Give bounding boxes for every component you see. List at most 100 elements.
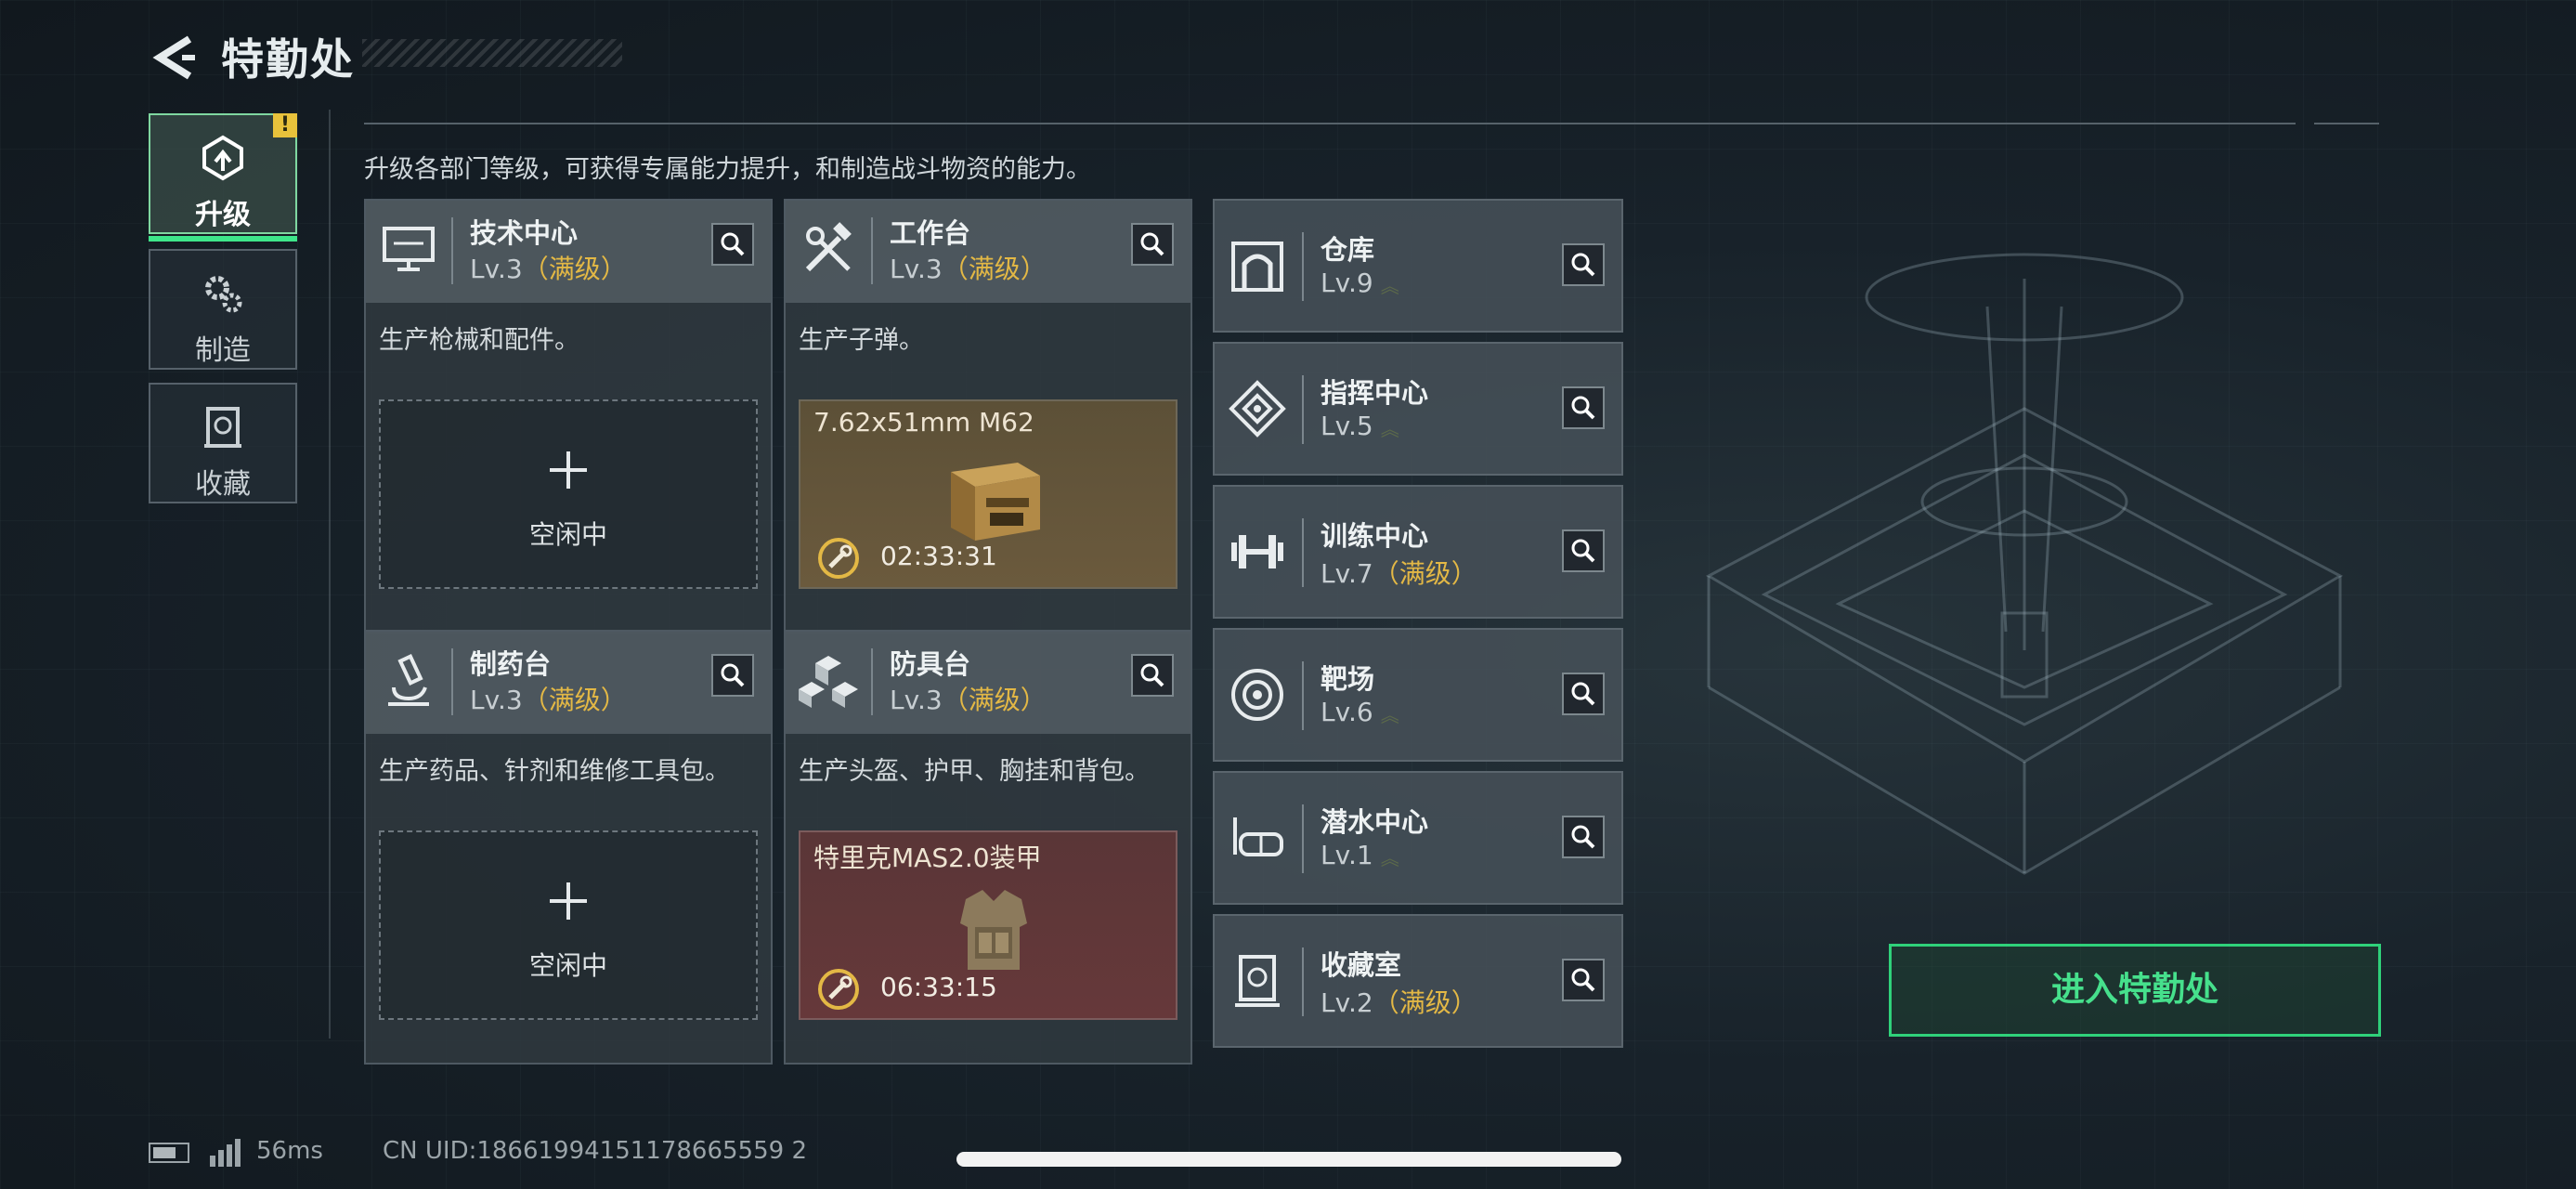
- search-icon[interactable]: [1562, 673, 1605, 715]
- search-icon[interactable]: [1562, 816, 1605, 858]
- card-header: 制药台 Lv.3（满级）: [366, 632, 771, 734]
- collection-icon: [197, 401, 249, 453]
- maxed-tag: （满级）: [942, 254, 1047, 284]
- divider-vertical: [329, 110, 331, 1039]
- body-armor-icon: [938, 879, 1049, 981]
- facility-card-armor-bench[interactable]: 防具台 Lv.3（满级） 生产头盔、护甲、胸挂和背包。 特里克MAS2.0装甲 …: [784, 630, 1192, 1065]
- facility-name: 收藏室: [1321, 949, 1402, 981]
- facility-divider: [1302, 518, 1304, 587]
- search-icon[interactable]: [1131, 654, 1174, 697]
- search-icon[interactable]: [1131, 223, 1174, 266]
- card-header: 防具台 Lv.3（满级）: [786, 632, 1190, 734]
- search-icon[interactable]: [1562, 386, 1605, 429]
- dumbbell-icon: [1228, 522, 1287, 581]
- microscope-icon: [379, 650, 438, 710]
- card-header: 技术中心 Lv.3（满级）: [366, 201, 771, 303]
- search-icon[interactable]: [711, 654, 754, 697]
- user-uid: CN UID:18661994151178665559 2: [383, 1137, 807, 1165]
- facility-divider: [1302, 232, 1304, 301]
- back-icon[interactable]: [149, 32, 201, 84]
- enter-safehouse-button[interactable]: 进入特勤处: [1889, 944, 2381, 1037]
- search-icon[interactable]: [1562, 243, 1605, 286]
- card-title: 技术中心: [470, 217, 579, 249]
- card-divider: [451, 217, 453, 284]
- upgrade-description: 升级各部门等级，可获得专属能力提升，和制造战斗物资的能力。: [364, 155, 1091, 184]
- card-description: 生产药品、针剂和维修工具包。: [379, 757, 730, 786]
- facility-item-warehouse[interactable]: 仓库 Lv.9 ︽: [1213, 199, 1623, 333]
- facility-divider: [1302, 804, 1304, 873]
- gears-icon: [197, 268, 249, 320]
- home-indicator[interactable]: [956, 1152, 1621, 1167]
- facility-item-shooting-range[interactable]: 靶场 Lv.6 ︽: [1213, 628, 1623, 762]
- diving-mask-icon: [1228, 808, 1287, 868]
- production-slot-idle[interactable]: 空闲中: [379, 399, 758, 589]
- ping-value: 56ms: [256, 1137, 323, 1165]
- card-level: Lv.3（满级）: [890, 254, 1047, 284]
- facility-level: Lv.7（满级）: [1321, 558, 1477, 589]
- plus-icon: [548, 450, 589, 490]
- alert-badge: !: [273, 113, 297, 137]
- base-wireframe-illustration: [1634, 223, 2396, 985]
- signal-icon: [208, 1139, 241, 1167]
- facility-level: Lv.6 ︽: [1321, 697, 1399, 727]
- nav-item-upgrade[interactable]: ! 升级: [149, 113, 297, 242]
- title-decoration: [362, 39, 622, 67]
- production-slot-active[interactable]: 7.62x51mm M62 02:33:31: [799, 399, 1177, 589]
- upgrade-chevron-icon: ︽: [1380, 703, 1399, 726]
- facility-divider: [1302, 375, 1304, 444]
- wrench-timer-icon: [817, 968, 860, 1011]
- production-item-name: 特里克MAS2.0装甲: [813, 843, 1042, 873]
- card-divider: [451, 648, 453, 715]
- search-icon[interactable]: [1562, 959, 1605, 1001]
- wrench-timer-icon: [817, 537, 860, 580]
- search-icon[interactable]: [711, 223, 754, 266]
- tools-icon: [799, 219, 858, 279]
- upgrade-icon: [197, 132, 249, 184]
- facility-name: 仓库: [1321, 234, 1375, 266]
- card-level: Lv.3（满级）: [470, 254, 627, 284]
- production-timer: 02:33:31: [880, 541, 997, 571]
- facility-card-pharmacy[interactable]: 制药台 Lv.3（满级） 生产药品、针剂和维修工具包。 空闲中: [364, 630, 773, 1065]
- card-header: 工作台 Lv.3（满级）: [786, 201, 1190, 303]
- divider-top: [364, 123, 2296, 124]
- page-title: 特勤处: [221, 34, 355, 85]
- nav-label: 制造: [195, 334, 251, 367]
- card-description: 生产子弹。: [799, 326, 924, 355]
- card-divider: [871, 648, 873, 715]
- upgrade-chevron-icon: ︽: [1380, 417, 1399, 440]
- facility-level: Lv.2（满级）: [1321, 987, 1477, 1018]
- facility-level: Lv.1 ︽: [1321, 840, 1399, 870]
- idle-label: 空闲中: [528, 519, 607, 550]
- target-icon: [1228, 665, 1287, 725]
- upgrade-chevron-icon: ︽: [1380, 274, 1399, 297]
- search-icon[interactable]: [1562, 529, 1605, 572]
- card-level: Lv.3（满级）: [890, 685, 1047, 715]
- nav-item-craft[interactable]: 制造: [149, 249, 297, 370]
- facility-item-collection-room[interactable]: 收藏室 Lv.2（满级）: [1213, 914, 1623, 1048]
- facility-level: Lv.9 ︽: [1321, 268, 1399, 298]
- idle-label: 空闲中: [528, 950, 607, 981]
- facility-card-tech-center[interactable]: 技术中心 Lv.3（满级） 生产枪械和配件。 空闲中: [364, 199, 773, 634]
- card-description: 生产枪械和配件。: [379, 326, 579, 355]
- card-level: Lv.3（满级）: [470, 685, 627, 715]
- plus-icon: [548, 881, 589, 921]
- production-slot-active[interactable]: 特里克MAS2.0装甲 06:33:15: [799, 830, 1177, 1020]
- facility-name: 靶场: [1321, 663, 1375, 695]
- facility-item-command-center[interactable]: 指挥中心 Lv.5 ︽: [1213, 342, 1623, 476]
- facility-item-diving-center[interactable]: 潜水中心 Lv.1 ︽: [1213, 771, 1623, 905]
- battery-icon: [149, 1143, 189, 1163]
- maxed-tag: （满级）: [1373, 558, 1477, 589]
- facility-item-training-center[interactable]: 训练中心 Lv.7（满级）: [1213, 485, 1623, 619]
- facility-divider: [1302, 947, 1304, 1016]
- maxed-tag: （满级）: [522, 685, 627, 715]
- production-slot-idle[interactable]: 空闲中: [379, 830, 758, 1020]
- production-item-name: 7.62x51mm M62: [813, 407, 1034, 438]
- card-title: 防具台: [890, 648, 971, 680]
- nav-item-collection[interactable]: 收藏: [149, 383, 297, 503]
- nav-label: 收藏: [195, 468, 251, 501]
- facility-name: 潜水中心: [1321, 806, 1429, 838]
- facility-card-workbench[interactable]: 工作台 Lv.3（满级） 生产子弹。 7.62x51mm M62 02:33:3…: [784, 199, 1192, 634]
- production-timer: 06:33:15: [880, 972, 997, 1002]
- maxed-tag: （满级）: [1373, 987, 1477, 1018]
- maxed-tag: （满级）: [522, 254, 627, 284]
